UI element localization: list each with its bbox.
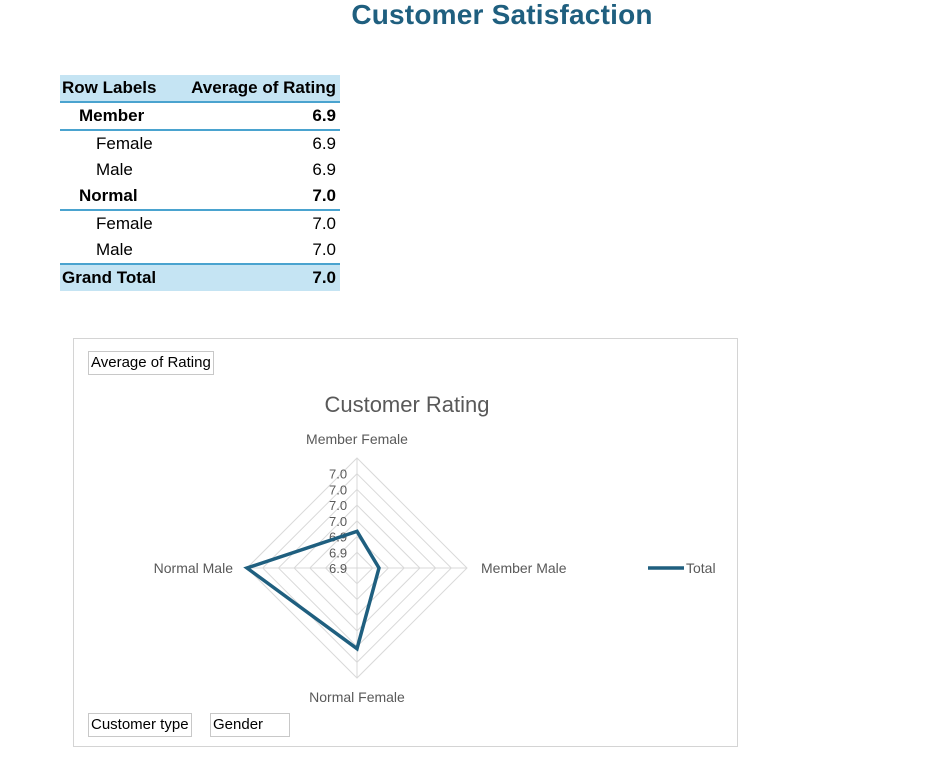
radar-tick-label: 6.9 <box>329 561 347 576</box>
pivot-group-row[interactable]: Member 6.9 <box>60 102 340 131</box>
radar-tick-label: 7.0 <box>329 467 347 482</box>
pivot-row-value[interactable]: 7.0 <box>171 183 340 211</box>
pivot-row-value[interactable]: 6.9 <box>171 102 340 131</box>
pivot-header-row-labels[interactable]: Row Labels <box>60 75 172 103</box>
radar-tick-label: 7.0 <box>329 498 347 513</box>
pivot-row-value[interactable]: 7.0 <box>172 237 340 264</box>
pivot-row-label[interactable]: Member <box>60 102 172 131</box>
pivot-row-label[interactable]: Female <box>60 210 172 237</box>
radar-tick-labels: 6.96.96.97.07.07.07.0 <box>329 467 347 576</box>
legend-label[interactable]: Total <box>686 560 716 576</box>
radar-category-label: Normal Male <box>154 560 234 576</box>
pivot-child-row[interactable]: Female 6.9 <box>60 130 340 157</box>
radar-category-label: Member Female <box>306 431 408 447</box>
radar-tick-label: 7.0 <box>329 482 347 497</box>
pivot-row-value[interactable]: 6.9 <box>172 157 340 183</box>
pivot-row-label[interactable]: Male <box>60 237 172 264</box>
pivot-row-label[interactable]: Female <box>60 130 172 157</box>
pivot-grand-total-row[interactable]: Grand Total 7.0 <box>60 263 340 291</box>
pivot-child-row[interactable]: Male 6.9 <box>60 157 340 183</box>
radar-tick-label: 7.0 <box>329 514 347 529</box>
chart-legend[interactable]: Total <box>648 560 716 576</box>
pivot-header-average-rating[interactable]: Average of Rating <box>171 75 340 103</box>
pivot-row-label[interactable]: Male <box>60 157 172 183</box>
pivot-header-row: Row Labels Average of Rating <box>60 75 340 103</box>
pivot-group-row[interactable]: Normal 7.0 <box>60 183 340 211</box>
radar-tick-label: 6.9 <box>329 545 347 560</box>
radar-chart: Customer Rating 6.96.96.97.07.07.07.0 Me… <box>154 392 716 705</box>
radar-category-label: Member Male <box>481 560 567 576</box>
pivot-chart[interactable]: Average of Rating Customer type Gender C… <box>73 338 738 747</box>
page-title: Customer Satisfaction <box>351 0 653 30</box>
pivot-grand-total-value[interactable]: 7.0 <box>171 263 340 291</box>
pivot-grand-total-label[interactable]: Grand Total <box>60 263 172 291</box>
radar-category-label: Normal Female <box>309 689 405 705</box>
pivot-child-row[interactable]: Male 7.0 <box>60 237 340 264</box>
pivot-row-label[interactable]: Normal <box>60 183 172 211</box>
pivot-row-value[interactable]: 7.0 <box>172 210 340 237</box>
pivot-row-value[interactable]: 6.9 <box>172 130 340 157</box>
pivot-table: Row Labels Average of Rating Member 6.9 Fe… <box>60 75 340 291</box>
pivot-child-row[interactable]: Female 7.0 <box>60 210 340 237</box>
chart-title: Customer Rating <box>324 392 489 417</box>
